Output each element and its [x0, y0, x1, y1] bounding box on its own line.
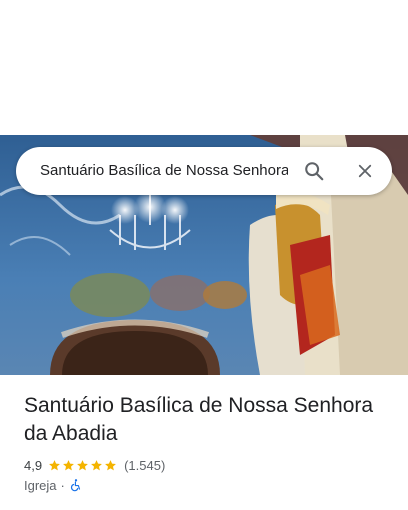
- search-icon: [305, 162, 324, 181]
- wheelchair-icon: [70, 479, 80, 492]
- star-icon: [63, 459, 74, 470]
- place-category: Igreja: [24, 477, 57, 493]
- star-rating: [48, 459, 118, 472]
- star-icon: [49, 459, 60, 470]
- close-icon: [358, 164, 372, 178]
- clear-search-button[interactable]: [349, 155, 381, 187]
- review-count[interactable]: (1.545): [124, 458, 165, 473]
- place-title: Santuário Basílica de Nossa Senhora da A…: [24, 394, 374, 445]
- search-input[interactable]: Santuário Basílica de Nossa Senhora da A…: [40, 147, 288, 195]
- star-icon: [91, 459, 102, 470]
- category-row: Igreja ·: [24, 476, 83, 494]
- star-icon: [77, 459, 88, 470]
- rating-row[interactable]: 4,9 (1.545): [24, 455, 165, 475]
- search-bar[interactable]: Santuário Basílica de Nossa Senhora da A…: [16, 147, 392, 195]
- separator: ·: [60, 477, 65, 493]
- search-button[interactable]: [298, 155, 330, 187]
- rating-value: 4,9: [24, 457, 43, 473]
- star-icon: [105, 459, 116, 470]
